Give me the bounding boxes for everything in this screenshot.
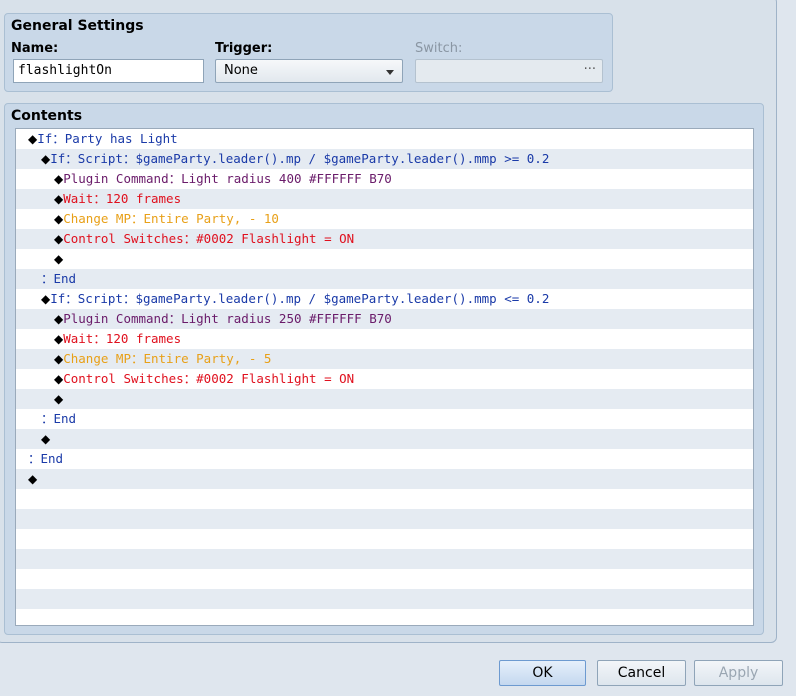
command-diamond-icon: ◆ [54,332,64,346]
list-item[interactable] [16,589,753,609]
command-diamond-icon: ◆ [54,192,64,206]
switch-field[interactable]: ··· [415,59,603,83]
list-item[interactable] [16,549,753,569]
trigger-label: Trigger: [215,41,273,56]
command-text: Change MP：Entire Party, - 5 [63,351,272,366]
list-item[interactable]: ：End [16,269,753,289]
list-item[interactable]: ◆ [16,389,753,409]
command-diamond-icon: ◆ [28,472,38,486]
name-field[interactable]: flashlightOn [13,59,204,83]
list-item[interactable]: ◆If：Script：$gameParty.leader().mp / $gam… [16,149,753,169]
command-text: Plugin Command： [63,311,182,326]
list-item[interactable]: ◆ [16,249,753,269]
general-settings-panel: General Settings Name: flashlightOn Trig… [4,13,613,92]
list-item[interactable]: ◆Wait：120 frames [16,189,753,209]
list-item[interactable]: ◆ [16,469,753,489]
command-text: Control Switches：#0002 Flashlight = ON [63,231,355,246]
general-settings-title: General Settings [11,18,144,34]
cancel-button[interactable]: Cancel [597,660,686,686]
list-item[interactable]: ：End [16,409,753,429]
trigger-select[interactable]: None [215,59,403,83]
command-text: ：End [41,411,77,426]
command-diamond-icon: ◆ [54,312,64,326]
command-text: Control Switches：#0002 Flashlight = ON [63,371,355,386]
list-item[interactable] [16,609,753,625]
command-text: If：Party has Light [37,131,178,146]
list-item[interactable]: ：End [16,449,753,469]
command-diamond-icon: ◆ [54,392,64,406]
command-text: Change MP：Entire Party, - 10 [63,211,279,226]
ellipsis-icon[interactable]: ··· [584,62,596,77]
command-text: Plugin Command： [63,171,182,186]
list-item[interactable]: ◆Control Switches：#0002 Flashlight = ON [16,369,753,389]
list-item[interactable]: ◆Change MP：Entire Party, - 10 [16,209,753,229]
command-diamond-icon: ◆ [28,132,38,146]
command-text: Wait：120 frames [63,331,182,346]
list-item[interactable] [16,489,753,509]
command-diamond-icon: ◆ [41,292,51,306]
list-item[interactable]: ◆If：Script：$gameParty.leader().mp / $gam… [16,289,753,309]
command-text: Light radius 250 #FFFFFF B70 [181,311,392,326]
list-item[interactable]: ◆ [16,429,753,449]
list-item[interactable]: ◆Change MP：Entire Party, - 5 [16,349,753,369]
command-diamond-icon: ◆ [41,432,51,446]
command-diamond-icon: ◆ [54,352,64,366]
command-diamond-icon: ◆ [54,172,64,186]
command-diamond-icon: ◆ [54,372,64,386]
ok-button[interactable]: OK [499,660,586,686]
contents-panel: Contents ◆If：Party has Light ◆If：Script：$… [4,103,764,635]
command-text: ：End [41,271,77,286]
name-label: Name: [11,41,59,56]
command-diamond-icon: ◆ [41,152,51,166]
list-item[interactable]: ◆Control Switches：#0002 Flashlight = ON [16,229,753,249]
apply-button[interactable]: Apply [694,660,783,686]
chevron-down-icon [386,70,394,75]
command-text: ：End [28,451,64,466]
list-item[interactable] [16,569,753,589]
list-item[interactable]: ◆If：Party has Light [16,129,753,149]
command-text: If：Script：$gameParty.leader().mp / $game… [50,151,550,166]
list-item[interactable]: ◆Wait：120 frames [16,329,753,349]
list-item[interactable] [16,509,753,529]
command-diamond-icon: ◆ [54,232,64,246]
command-text: Wait：120 frames [63,191,182,206]
contents-title: Contents [11,108,83,124]
list-item[interactable]: ◆Plugin Command：Light radius 250 #FFFFFF… [16,309,753,329]
command-text: Light radius 400 #FFFFFF B70 [181,171,392,186]
list-item[interactable]: ◆Plugin Command：Light radius 400 #FFFFFF… [16,169,753,189]
command-text: If：Script：$gameParty.leader().mp / $game… [50,291,550,306]
command-diamond-icon: ◆ [54,212,64,226]
switch-label: Switch: [415,41,463,56]
event-command-list[interactable]: ◆If：Party has Light ◆If：Script：$gameParty… [15,128,754,626]
trigger-select-value: None [224,63,258,78]
list-item[interactable] [16,529,753,549]
command-diamond-icon: ◆ [54,252,64,266]
